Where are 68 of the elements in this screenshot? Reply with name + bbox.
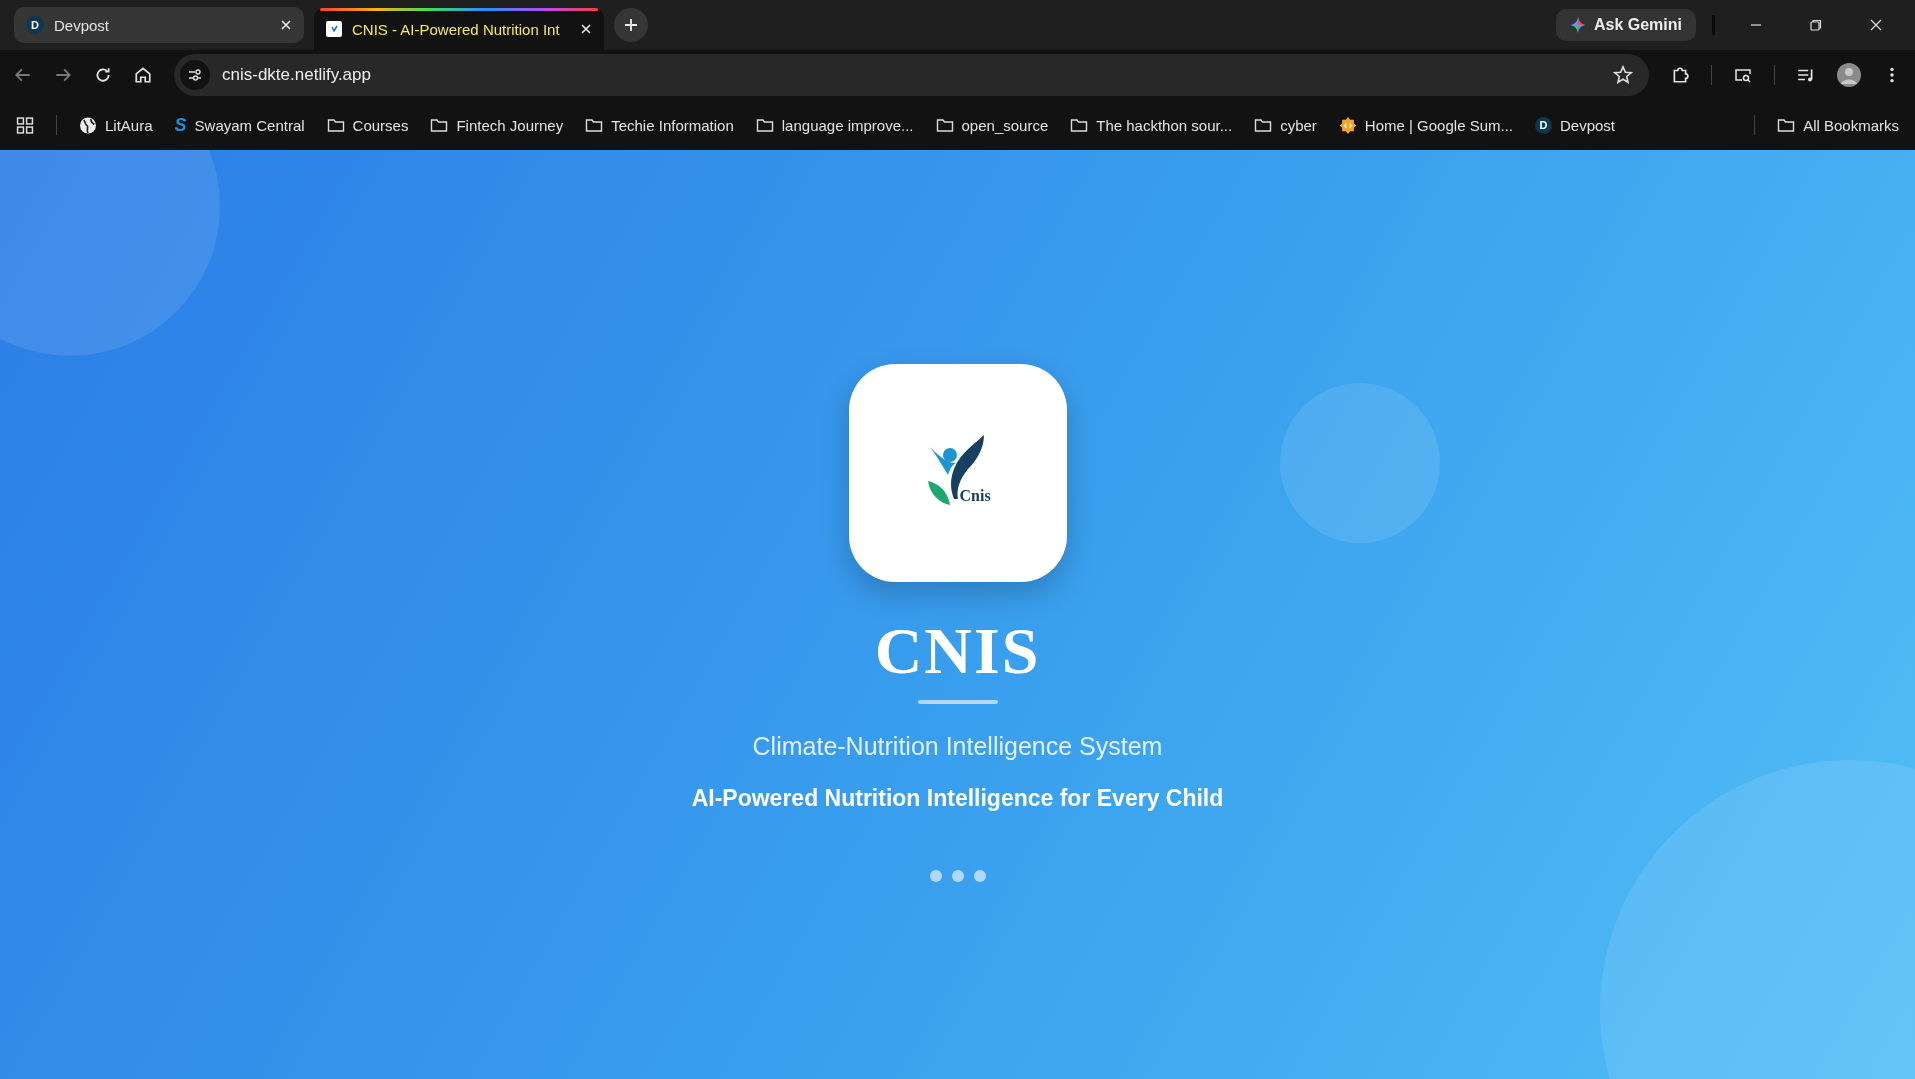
close-icon[interactable]: [1870, 19, 1882, 31]
bookmark[interactable]: Techie Information: [585, 116, 734, 134]
folder-icon: [326, 116, 345, 134]
bookmark-label: language improve...: [781, 116, 914, 134]
browser-tab[interactable]: CNIS - AI-Powered Nutrition Int: [314, 8, 604, 50]
profile-avatar[interactable]: [1837, 63, 1861, 87]
bookmark-label: open_source: [961, 116, 1049, 134]
loading-dot: [929, 870, 942, 882]
bookmark-label: All Bookmarks: [1803, 116, 1899, 134]
favicon: D: [1535, 116, 1552, 134]
bookmark-label: Fintech Journey: [456, 116, 564, 134]
loading-dot: [973, 870, 986, 882]
back-icon[interactable]: [14, 66, 32, 84]
reload-icon[interactable]: [94, 66, 112, 84]
bookmark-label: LitAura: [105, 116, 153, 134]
ask-gemini-button[interactable]: Ask Gemini: [1555, 9, 1696, 41]
folder-icon: [935, 116, 954, 134]
new-tab-button[interactable]: [614, 8, 648, 42]
tagline: AI-Powered Nutrition Intelligence for Every Child: [691, 785, 1224, 812]
screen-search-icon[interactable]: [1734, 66, 1752, 84]
bookmark-label: Devpost: [1560, 116, 1615, 134]
bookmark[interactable]: language improve...: [755, 116, 914, 134]
close-icon[interactable]: [280, 19, 292, 31]
favicon: D: [26, 16, 44, 34]
favicon: [326, 21, 342, 37]
folder-icon: [1254, 116, 1273, 134]
apps-grid-icon[interactable]: [16, 116, 34, 134]
bookmark-label: Courses: [352, 116, 409, 134]
folder-icon: [755, 116, 774, 134]
sun-badge-icon: [1338, 116, 1357, 134]
puzzle-icon[interactable]: [1671, 66, 1689, 84]
folder-icon: [430, 116, 449, 134]
folder-icon: [1070, 116, 1089, 134]
loading-dot: [951, 870, 964, 882]
bookmark-label: Swayam Central: [194, 116, 305, 134]
bookmark[interactable]: The hackthon sour...: [1070, 116, 1233, 134]
media-list-icon[interactable]: [1797, 66, 1815, 84]
logo-wordmark: Cnis: [959, 487, 991, 505]
forward-icon[interactable]: [54, 66, 72, 84]
bookmark[interactable]: cyber: [1254, 116, 1317, 134]
address-bar[interactable]: cnis-dkte.netlify.app: [174, 54, 1649, 96]
browser-tab[interactable]: D Devpost: [14, 7, 304, 43]
bookmark[interactable]: open_source: [935, 116, 1049, 134]
app-title: CNIS: [874, 618, 1041, 684]
all-bookmarks[interactable]: All Bookmarks: [1777, 116, 1899, 134]
subtitle: Climate-Nutrition Intelligence System: [752, 732, 1163, 761]
folder-icon: [585, 116, 604, 134]
close-icon[interactable]: [580, 23, 592, 35]
sparkle-icon: [1569, 17, 1586, 33]
globe-icon: [79, 116, 97, 134]
plus-icon: [624, 18, 638, 32]
tab-title: CNIS - AI-Powered Nutrition Int: [352, 20, 561, 38]
home-icon[interactable]: [134, 66, 152, 84]
bookmark[interactable]: Courses: [326, 116, 409, 134]
site-settings-icon[interactable]: [180, 60, 210, 90]
bookmark[interactable]: S Swayam Central: [174, 114, 305, 136]
bookmark-star-icon[interactable]: [1613, 65, 1633, 85]
bookmark[interactable]: Fintech Journey: [430, 116, 564, 134]
bookmark[interactable]: LitAura: [79, 116, 153, 134]
folder-icon: [1777, 116, 1796, 134]
url-text: cnis-dkte.netlify.app: [222, 65, 372, 85]
restore-icon[interactable]: [1810, 19, 1822, 31]
bookmark-label: The hackthon sour...: [1096, 116, 1233, 134]
favicon: S: [174, 114, 187, 136]
tab-title: Devpost: [54, 16, 111, 34]
bookmark[interactable]: D Devpost: [1535, 116, 1615, 134]
bookmark-label: Techie Information: [611, 116, 734, 134]
bookmark-label: cyber: [1280, 116, 1317, 134]
